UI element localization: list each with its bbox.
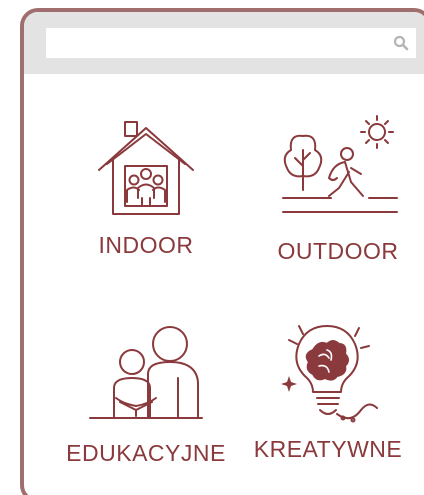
category-label-outdoor: OUTDOOR [277, 238, 399, 264]
search-field[interactable] [46, 28, 416, 60]
category-outdoor[interactable]: OUTDOOR [248, 110, 424, 265]
category-panel: INDOOR OUTDOOR EDUKACYJNE KREATYWNE [20, 8, 424, 495]
search-bar [24, 12, 424, 74]
search-input[interactable] [54, 28, 378, 60]
search-icon[interactable] [392, 34, 410, 52]
category-label-edukacyjne: EDUKACYJNE [66, 440, 226, 466]
category-edukacyjne[interactable]: EDUKACYJNE [56, 314, 236, 467]
category-kreatywne[interactable]: KREATYWNE [238, 320, 418, 463]
walking-tree-sun-icon [248, 110, 424, 220]
category-indoor[interactable]: INDOOR [56, 118, 236, 259]
parent-child-reading-icon [56, 314, 236, 422]
creative-lightbulb-brain-icon [238, 320, 418, 424]
category-label-kreatywne: KREATYWNE [253, 436, 403, 462]
category-label-indoor: INDOOR [98, 232, 194, 258]
house-family-icon [56, 118, 236, 218]
